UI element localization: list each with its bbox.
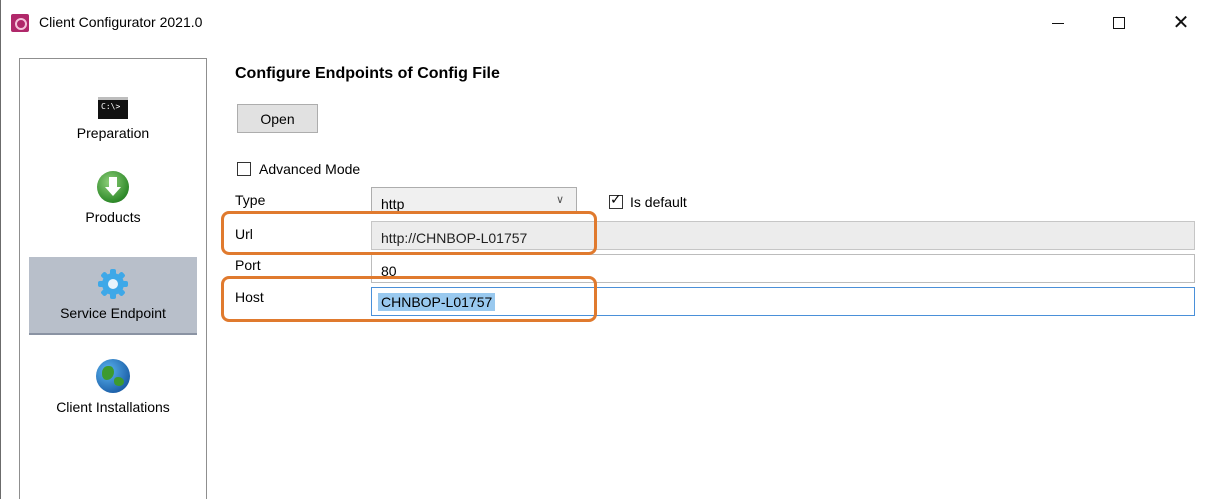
main-panel: Configure Endpoints of Config File Open … (207, 46, 1212, 499)
gear-icon (98, 269, 128, 299)
port-value: 80 (381, 263, 397, 279)
type-select[interactable]: http ∨ (371, 187, 577, 213)
minimize-icon (1052, 22, 1064, 24)
type-label: Type (235, 192, 266, 208)
advanced-mode-checkbox[interactable] (237, 162, 251, 176)
close-button[interactable]: ✕ (1159, 8, 1203, 38)
open-button[interactable]: Open (237, 104, 318, 133)
command-prompt-icon: C:\> (98, 97, 128, 119)
host-value: CHNBOP-L01757 (378, 293, 496, 311)
sidebar-item-label: Preparation (76, 125, 150, 141)
title-bar[interactable]: Client Configurator 2021.0 ✕ (1, 0, 1212, 46)
sidebar-item-preparation[interactable]: C:\> Preparation (29, 93, 197, 153)
minimize-button[interactable] (1036, 8, 1080, 38)
sidebar-item-label: Products (85, 209, 141, 225)
url-field[interactable]: http://CHNBOP-L01757 (371, 221, 1195, 250)
sidebar-nav: C:\> Preparation Products Service Endpoi… (19, 58, 207, 499)
toolbar-background (207, 46, 1212, 132)
sidebar-item-service-endpoint[interactable]: Service Endpoint (29, 257, 197, 335)
sidebar-item-label: Service Endpoint (60, 305, 166, 321)
maximize-button[interactable] (1097, 8, 1141, 38)
app-window: Client Configurator 2021.0 ✕ C:\> Prepar… (0, 0, 1212, 499)
content-area: C:\> Preparation Products Service Endpoi… (1, 46, 1212, 499)
globe-icon (96, 359, 130, 393)
close-icon: ✕ (1172, 12, 1190, 34)
command-prompt-icon-text: C:\> (101, 102, 121, 111)
sidebar-item-label: Client Installations (56, 399, 170, 415)
sidebar-item-client-installations[interactable]: Client Installations (29, 359, 197, 429)
chevron-down-icon: ∨ (555, 194, 564, 206)
type-select-value: http (381, 196, 405, 212)
is-default-label: Is default (630, 194, 687, 210)
sidebar-item-products[interactable]: Products (29, 171, 197, 241)
advanced-mode-label: Advanced Mode (259, 161, 361, 177)
is-default-option[interactable]: Is default (609, 192, 687, 210)
window-title: Client Configurator 2021.0 (39, 14, 203, 30)
download-arrow-icon (97, 171, 129, 203)
host-label: Host (235, 289, 264, 305)
url-label: Url (235, 226, 253, 242)
maximize-icon (1113, 17, 1125, 29)
advanced-mode-option[interactable]: Advanced Mode (237, 161, 360, 177)
app-gear-icon (11, 14, 29, 32)
port-label: Port (235, 257, 261, 273)
page-title: Configure Endpoints of Config File (235, 65, 500, 82)
host-field[interactable]: CHNBOP-L01757 (371, 287, 1195, 316)
url-value: http://CHNBOP-L01757 (381, 230, 528, 246)
port-field[interactable]: 80 (371, 254, 1195, 283)
is-default-checkbox[interactable] (609, 192, 623, 209)
